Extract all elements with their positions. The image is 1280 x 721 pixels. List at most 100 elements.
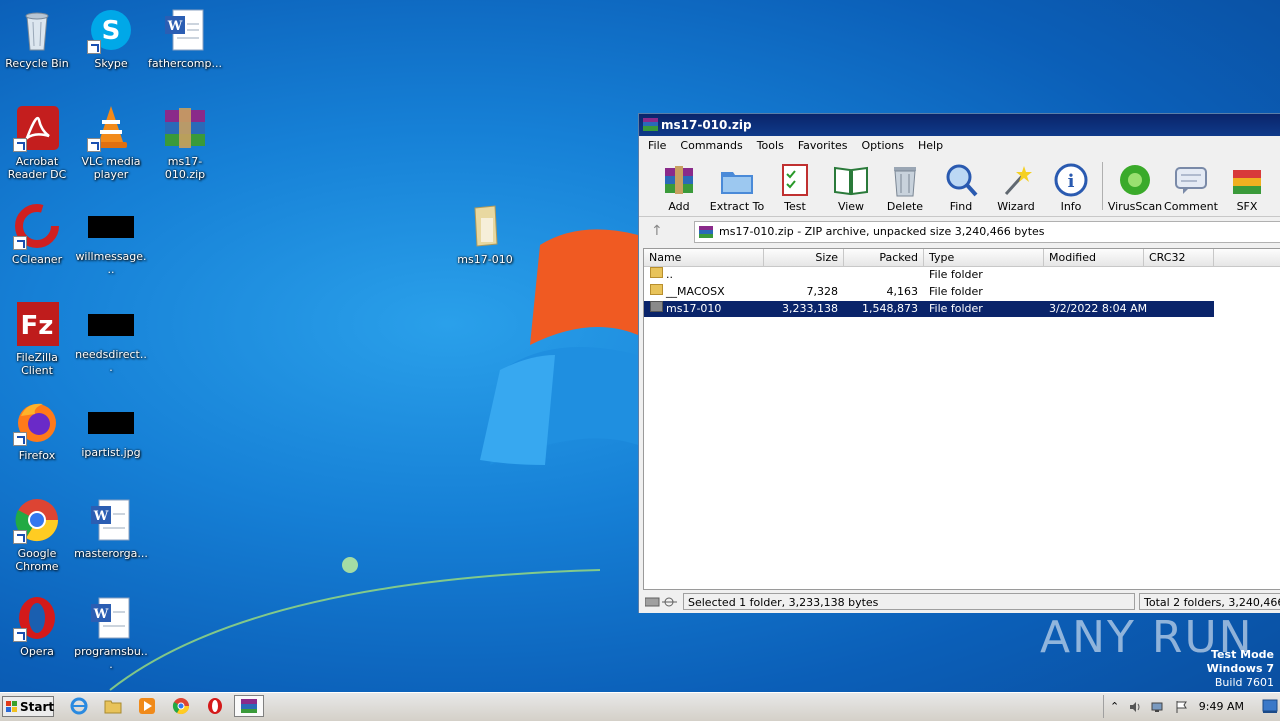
menu-help[interactable]: Help — [911, 139, 950, 152]
virus-scan-icon — [1117, 162, 1153, 198]
desktop-icon-chrome[interactable]: Google Chrome — [0, 496, 74, 573]
word-document-icon: W — [161, 6, 209, 54]
desktop-icon-fathercomp[interactable]: W fathercomp... — [148, 6, 222, 70]
table-row-selected[interactable]: ms17-010 3,233,138 1,548,873 File folder… — [644, 301, 1214, 317]
sfx-button[interactable]: SFX — [1219, 158, 1275, 213]
icon-label: ms17-010 — [457, 253, 513, 266]
desktop-icon-ccleaner[interactable]: CCleaner — [0, 202, 74, 266]
sfx-label: SFX — [1236, 200, 1258, 213]
svg-text:W: W — [93, 509, 109, 524]
desktop-icon-needsdirect[interactable]: needsdirect... — [74, 300, 148, 374]
delete-button[interactable]: Delete — [877, 158, 933, 213]
status-selected: Selected 1 folder, 3,233,138 bytes — [683, 593, 1135, 610]
window-titlebar[interactable]: ms17-010.zip — [639, 114, 1280, 136]
up-arrow-icon[interactable]: ↑ — [651, 223, 669, 239]
desktop-icon-ms17-010-folder[interactable]: ms17-010 — [448, 202, 522, 266]
clock[interactable]: 9:49 AM — [1199, 700, 1244, 713]
menu-tools[interactable]: Tools — [750, 139, 791, 152]
desktop-icon-vlc[interactable]: VLC media player — [74, 104, 148, 181]
comment-icon — [1173, 162, 1209, 198]
winrar-app-icon — [643, 118, 658, 131]
view-label: View — [837, 200, 865, 213]
shortcut-arrow-icon — [87, 138, 101, 152]
column-type[interactable]: Type — [924, 249, 1044, 266]
shortcut-arrow-icon — [13, 432, 27, 446]
extract-folder-icon — [719, 162, 755, 198]
volume-icon[interactable] — [1128, 700, 1142, 714]
action-center-flag-icon[interactable] — [1174, 700, 1188, 714]
show-hidden-icons-icon[interactable]: ⌃ — [1110, 700, 1124, 714]
row-type: File folder — [929, 285, 983, 298]
network-icon[interactable] — [1150, 700, 1164, 714]
drive-icon[interactable] — [645, 596, 679, 608]
desktop-icon-skype[interactable]: S Skype — [74, 6, 148, 70]
table-row[interactable]: __MACOSX 7,328 4,163 File folder — [644, 284, 1214, 300]
opera-taskbar-icon[interactable] — [206, 697, 224, 715]
desktop-icon-opera[interactable]: Opera — [0, 594, 74, 658]
info-icon: i — [1053, 162, 1089, 198]
media-player-icon[interactable] — [138, 697, 156, 715]
comment-label: Comment — [1164, 200, 1218, 213]
column-crc32[interactable]: CRC32 — [1144, 249, 1214, 266]
wallpaper-swoosh — [109, 557, 600, 691]
row-packed: 1,548,873 — [862, 302, 918, 315]
desktop-icon-recycle-bin[interactable]: Recycle Bin — [0, 6, 74, 70]
desktop-icon-programsbu[interactable]: W programsbu... — [74, 594, 148, 671]
menu-favorites[interactable]: Favorites — [791, 139, 855, 152]
menu-options[interactable]: Options — [855, 139, 911, 152]
show-desktop-icon[interactable] — [1262, 698, 1278, 714]
row-type: File folder — [929, 268, 983, 281]
desktop-icon-willmessage[interactable]: willmessage... — [74, 202, 148, 276]
virusscan-button[interactable]: VirusScan — [1107, 158, 1163, 213]
find-button[interactable]: Find — [933, 158, 989, 213]
word-document-icon: W — [87, 594, 135, 642]
svg-text:Fz: Fz — [21, 311, 54, 341]
shortcut-arrow-icon — [13, 628, 27, 642]
icon-label: VLC media player — [81, 155, 141, 181]
extract-to-button[interactable]: Extract To — [709, 158, 765, 213]
address-field[interactable]: ms17-010.zip - ZIP archive, unpacked siz… — [694, 221, 1280, 243]
row-packed: 4,163 — [886, 285, 919, 298]
desktop-icon-zip[interactable]: ms17-010.zip — [148, 104, 222, 181]
test-button[interactable]: Test — [767, 158, 823, 213]
menu-commands[interactable]: Commands — [673, 139, 749, 152]
menu-file[interactable]: File — [641, 139, 673, 152]
column-packed[interactable]: Packed — [844, 249, 924, 266]
icon-label: FileZilla Client — [16, 351, 58, 377]
comment-button[interactable]: Comment — [1163, 158, 1219, 213]
chrome-taskbar-icon[interactable] — [172, 697, 190, 715]
view-book-icon — [833, 162, 869, 198]
desktop-icon-ipartist[interactable]: ipartist.jpg — [74, 398, 148, 459]
add-button[interactable]: Add — [651, 158, 707, 213]
winrar-window[interactable]: ms17-010.zip File Commands Tools Favorites O… — [638, 113, 1280, 613]
table-row[interactable]: .. File folder — [644, 267, 1214, 283]
folder-icon — [461, 202, 509, 250]
windows-flag-icon — [6, 701, 17, 712]
icon-label: needsdirect... — [75, 348, 147, 374]
column-modified[interactable]: Modified — [1044, 249, 1144, 266]
desktop-icon-acrobat[interactable]: Acrobat Reader DC — [0, 104, 74, 181]
shortcut-arrow-icon — [13, 138, 27, 152]
taskbar-winrar-button[interactable] — [234, 695, 264, 717]
folder-icon — [650, 284, 663, 295]
test-checklist-icon — [777, 162, 813, 198]
desktop-icon-firefox[interactable]: Firefox — [0, 398, 74, 462]
explorer-folder-icon[interactable] — [104, 697, 122, 715]
file-list[interactable]: Name Size Packed Type Modified CRC32 .. … — [643, 248, 1280, 590]
column-name[interactable]: Name — [644, 249, 764, 266]
view-button[interactable]: View — [823, 158, 879, 213]
icon-label: ipartist.jpg — [81, 446, 141, 459]
system-tray: ⌃ 9:49 AM — [1103, 695, 1280, 718]
row-name: __MACOSX — [666, 285, 725, 298]
start-button[interactable]: Start — [2, 696, 54, 717]
shortcut-arrow-icon — [87, 40, 101, 54]
extract-to-label: Extract To — [709, 200, 765, 213]
find-label: Find — [949, 200, 973, 213]
info-button[interactable]: i Info — [1043, 158, 1099, 213]
desktop-icon-filezilla[interactable]: Fz FileZilla Client — [0, 300, 74, 377]
desktop-icon-masterorga[interactable]: W masterorga... — [74, 496, 148, 560]
wizard-button[interactable]: Wizard — [988, 158, 1044, 213]
column-size[interactable]: Size — [764, 249, 844, 266]
internet-explorer-icon[interactable] — [70, 697, 88, 715]
toolbar-separator — [1102, 162, 1103, 210]
